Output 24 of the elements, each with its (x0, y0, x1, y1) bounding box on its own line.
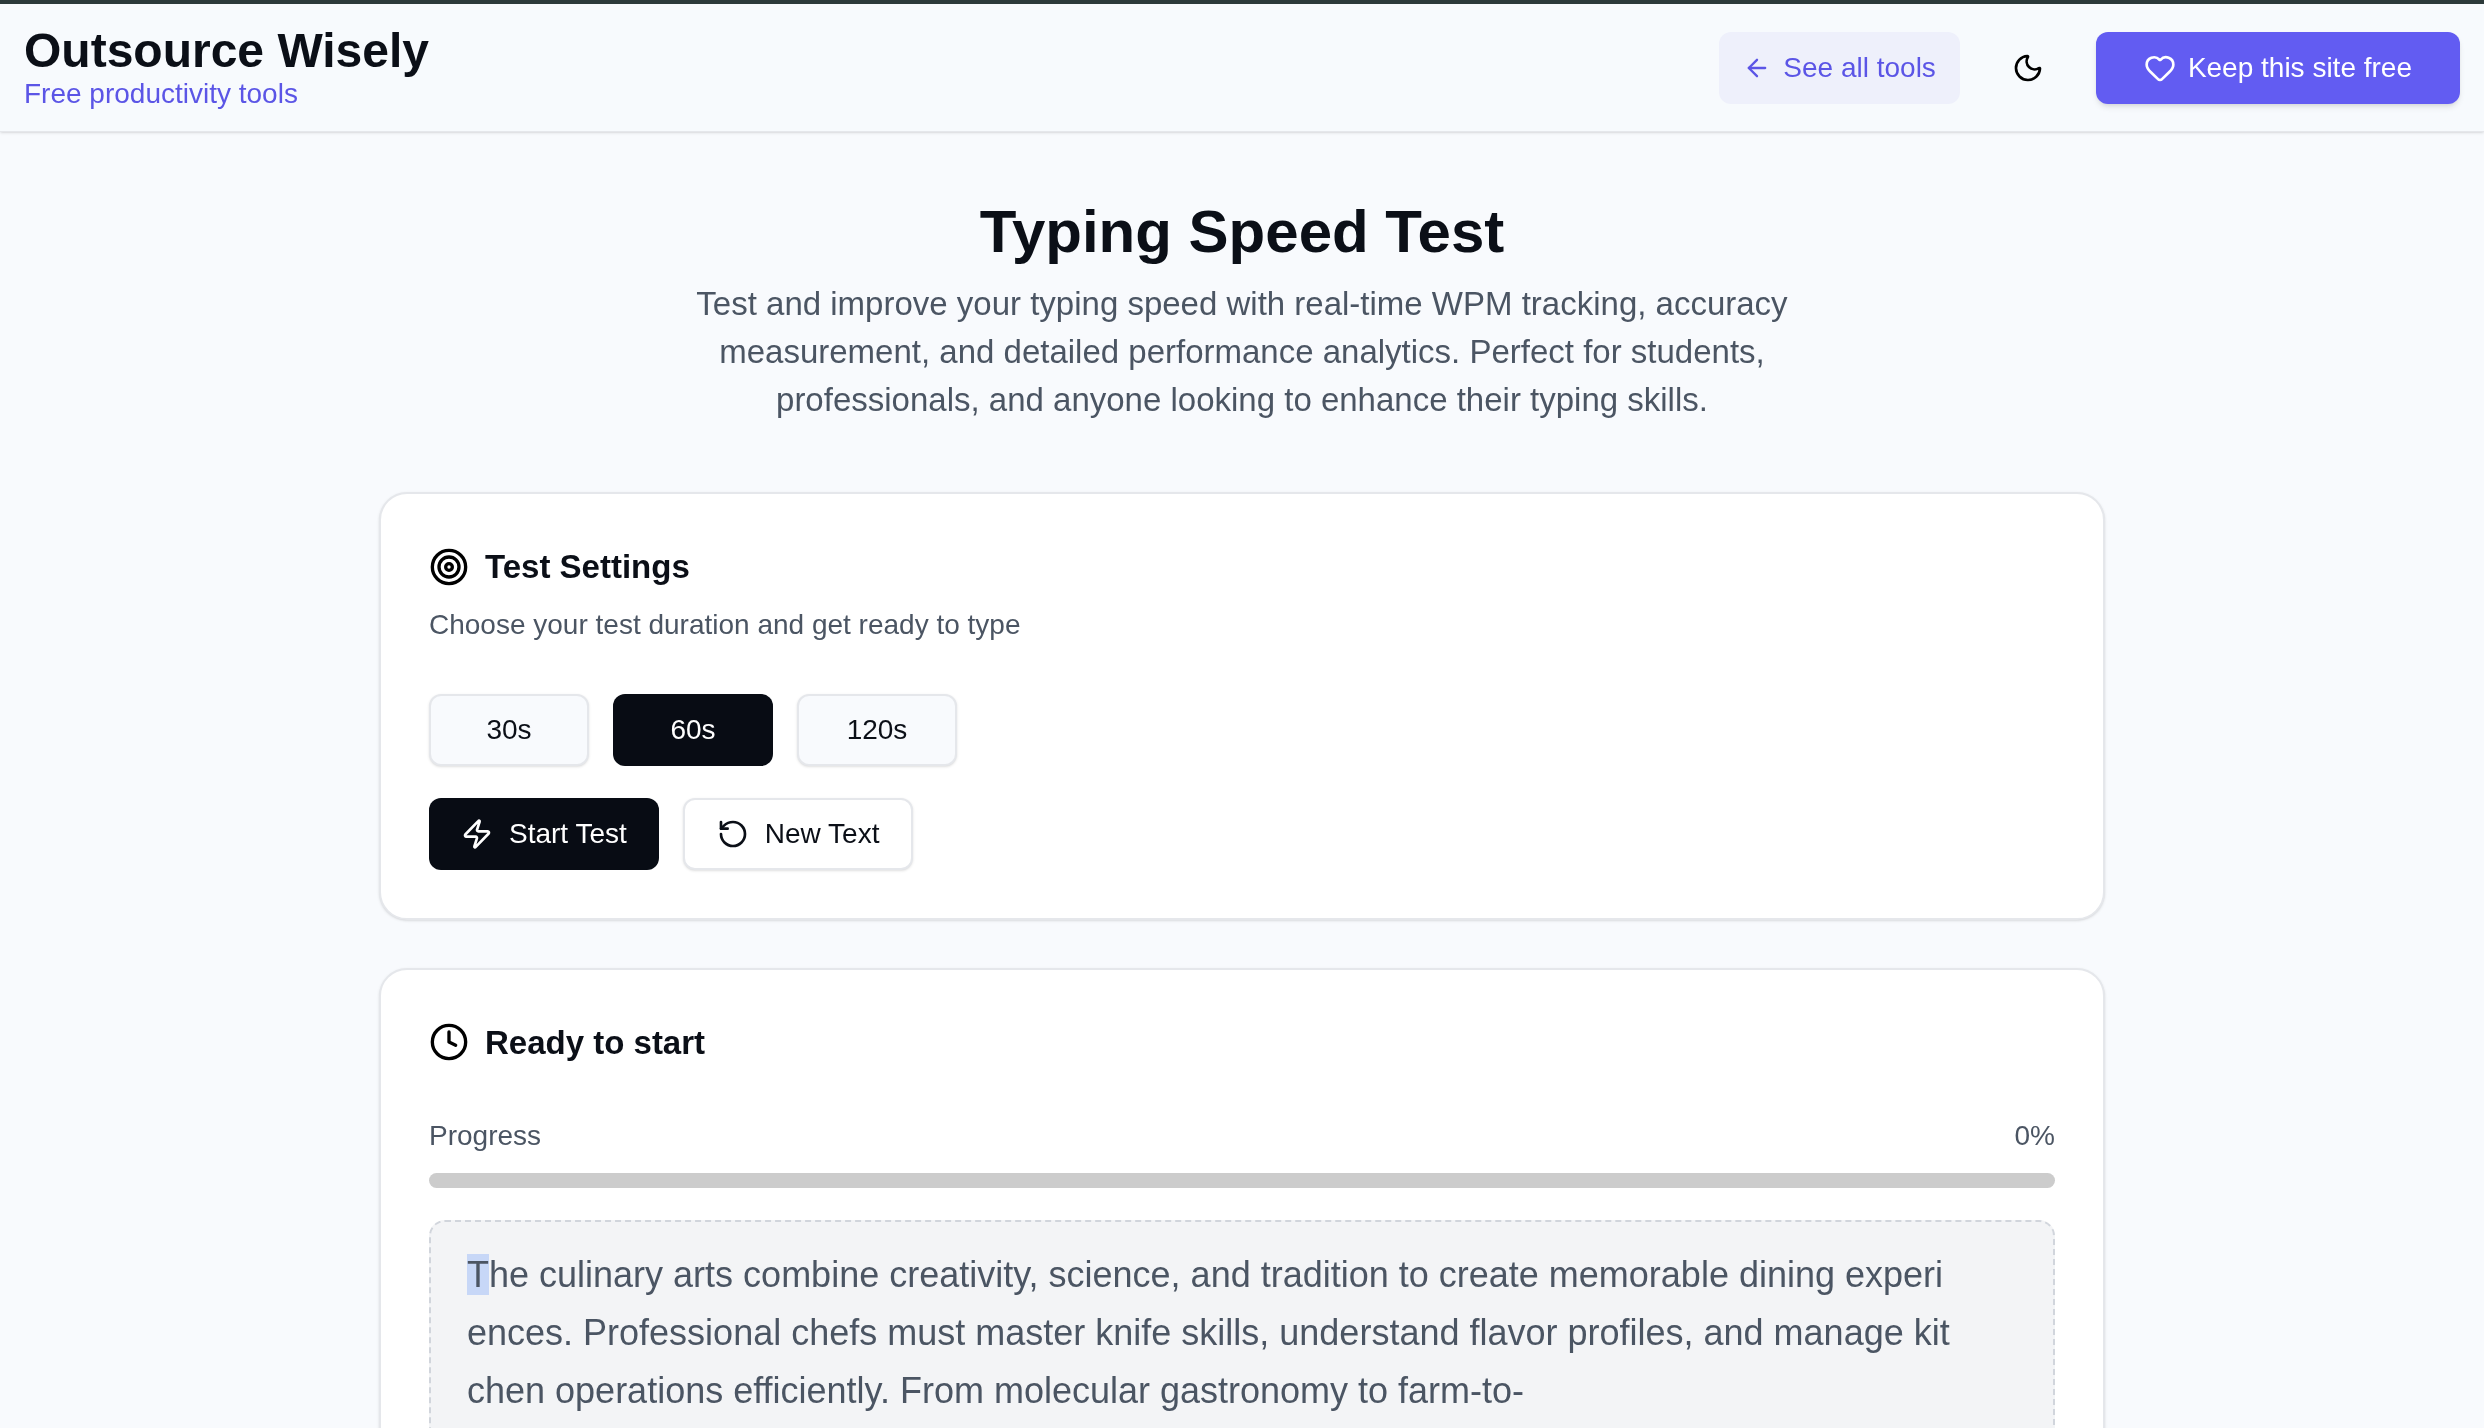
duration-option[interactable]: 120s (797, 693, 957, 766)
brand-tagline: Free productivity tools (24, 77, 299, 111)
page-description: Test and improve your typing speed with real-time WPM tracking, accuracy measurement, and detailed performance analytics. Perfect for students, professionals, and anyone looking to enhance their typing skills. (695, 284, 1789, 420)
cursor-character: T (467, 1254, 489, 1295)
duration-option[interactable]: 30s (429, 693, 589, 766)
new-text-button[interactable]: New Text (682, 797, 914, 870)
target-icon (429, 546, 469, 587)
lightning-icon (461, 817, 493, 850)
page-title: Typing Speed Test (979, 197, 1505, 267)
passage-line: chen operations efficiently. From molecular gastronomy to farm-to- (467, 1370, 1525, 1411)
progress-reading: 0% (2014, 1119, 2055, 1153)
brand-name: Outsource Wisely (24, 24, 430, 77)
passage-line: ences. Professional chefs must master knife skills, understand flavor profiles, and manage kit (467, 1312, 1950, 1353)
support-button[interactable]: Keep this site free (2095, 31, 2460, 104)
typing-passage-area[interactable] (429, 1220, 2055, 1428)
see-all-tools-link[interactable]: See all tools (1719, 31, 1960, 104)
clock-icon (429, 1022, 469, 1063)
start-test-button[interactable]: Start Test (429, 797, 659, 870)
passage-line: he culinary arts combine creativity, science, and tradition to create memorable dining experi (489, 1254, 1944, 1295)
duration-option[interactable]: 60s (613, 693, 773, 766)
progress-label: Progress (429, 1119, 542, 1153)
status-title: Ready to start (485, 1022, 706, 1063)
card-subtitle: Choose your test duration and get ready to type (429, 607, 1022, 642)
card-title: Test Settings (485, 547, 690, 587)
